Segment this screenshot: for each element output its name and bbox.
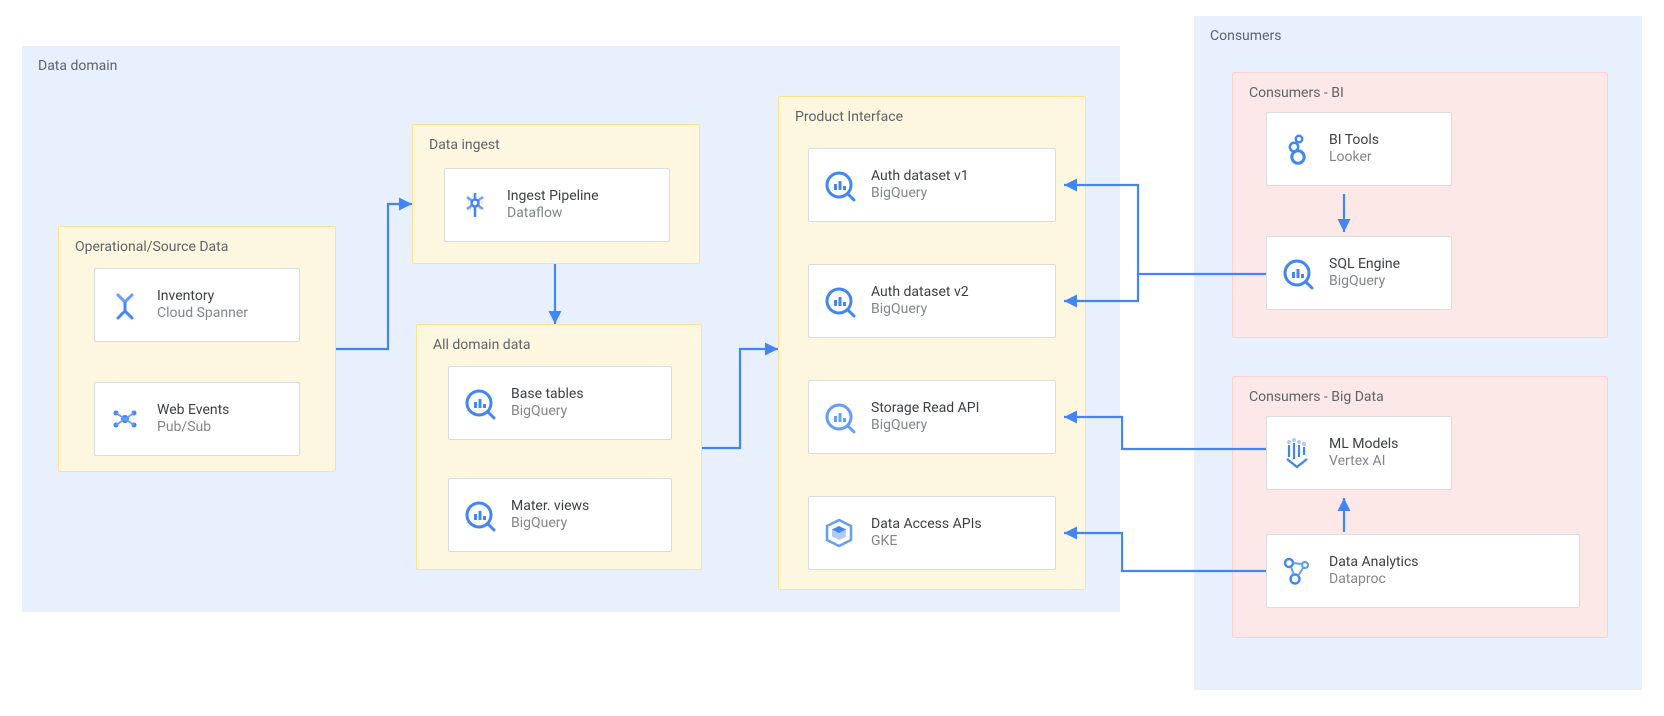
card-title: Auth dataset v2 — [871, 284, 969, 302]
label-all-domain: All domain data — [433, 337, 531, 353]
card-authv2: Auth dataset v2BigQuery — [808, 264, 1056, 338]
card-title: SQL Engine — [1329, 256, 1400, 274]
card-data-access: Data Access APIsGKE — [808, 496, 1056, 570]
label-data-ingest: Data ingest — [429, 137, 500, 153]
card-authv1: Auth dataset v1BigQuery — [808, 148, 1056, 222]
label-consumers-bi: Consumers - BI — [1249, 85, 1344, 101]
card-sub: BigQuery — [871, 301, 969, 319]
card-sub: GKE — [871, 533, 982, 551]
card-title: Data Analytics — [1329, 554, 1419, 572]
card-title: Web Events — [157, 402, 229, 420]
card-sql-engine: SQL EngineBigQuery — [1266, 236, 1452, 310]
card-sub: BigQuery — [871, 417, 979, 435]
bigquery-icon — [461, 385, 497, 421]
card-title: ML Models — [1329, 436, 1398, 454]
card-sub: Dataflow — [507, 205, 599, 223]
card-mater-views: Mater. viewsBigQuery — [448, 478, 672, 552]
card-sub: BigQuery — [511, 515, 589, 533]
card-title: Auth dataset v1 — [871, 168, 969, 186]
card-title: Ingest Pipeline — [507, 188, 599, 206]
card-storage-api: Storage Read APIBigQuery — [808, 380, 1056, 454]
card-sub: BigQuery — [871, 185, 969, 203]
card-sub: Dataproc — [1329, 571, 1419, 589]
bigquery-icon — [821, 399, 857, 435]
label-consumers-bd: Consumers - Big Data — [1249, 389, 1384, 405]
label-product-if: Product Interface — [795, 109, 903, 125]
card-sub: Looker — [1329, 149, 1379, 167]
card-title: Mater. views — [511, 498, 589, 516]
label-consumers: Consumers — [1210, 28, 1281, 44]
card-title: Storage Read API — [871, 400, 979, 418]
bigquery-icon — [461, 497, 497, 533]
canvas: Data domain Consumers Operational/Source… — [0, 0, 1664, 716]
card-title: Data Access APIs — [871, 516, 982, 534]
card-base-tables: Base tablesBigQuery — [448, 366, 672, 440]
bigquery-icon — [1279, 255, 1315, 291]
card-data-analytics: Data AnalyticsDataproc — [1266, 534, 1580, 608]
card-sub: BigQuery — [1329, 273, 1400, 291]
card-title: Inventory — [157, 288, 248, 306]
card-title: BI Tools — [1329, 132, 1379, 150]
card-sub: Cloud Spanner — [157, 305, 248, 323]
cloud-spanner-icon — [107, 287, 143, 323]
gke-icon — [821, 515, 857, 551]
dataproc-icon — [1279, 553, 1315, 589]
card-sub: Vertex AI — [1329, 453, 1398, 471]
label-operational: Operational/Source Data — [75, 239, 228, 255]
bigquery-icon — [821, 283, 857, 319]
looker-icon — [1279, 131, 1315, 167]
bigquery-icon — [821, 167, 857, 203]
card-ingest: Ingest PipelineDataflow — [444, 168, 670, 242]
dataflow-icon — [457, 187, 493, 223]
pub-sub-icon — [107, 401, 143, 437]
label-data-domain: Data domain — [38, 58, 117, 74]
card-title: Base tables — [511, 386, 584, 404]
vertex-ai-icon — [1279, 435, 1315, 471]
card-sub: Pub/Sub — [157, 419, 229, 437]
card-ml-models: ML ModelsVertex AI — [1266, 416, 1452, 490]
card-sub: BigQuery — [511, 403, 584, 421]
card-inventory: InventoryCloud Spanner — [94, 268, 300, 342]
card-bi-tools: BI ToolsLooker — [1266, 112, 1452, 186]
card-web-events: Web EventsPub/Sub — [94, 382, 300, 456]
